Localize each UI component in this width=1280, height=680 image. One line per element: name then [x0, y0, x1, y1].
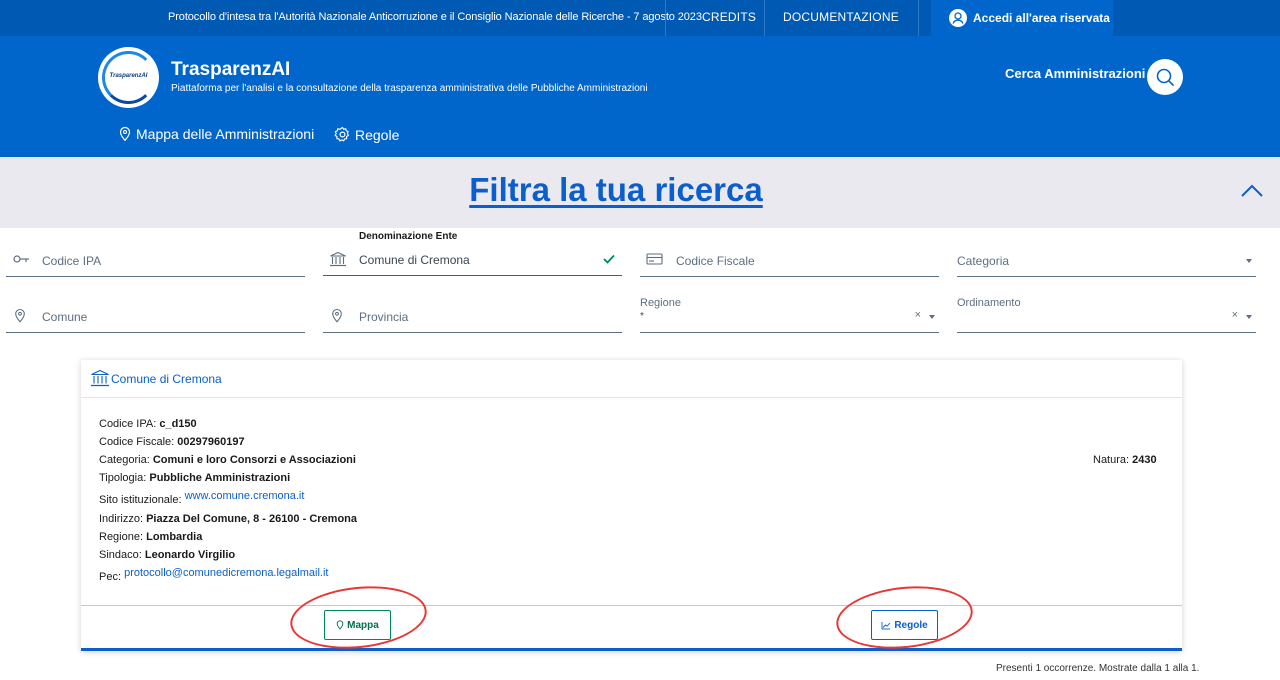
key-icon — [12, 252, 32, 271]
regione-row: Regione: Lombardia — [99, 531, 202, 543]
denominazione-field[interactable]: Comune di Cremona — [323, 242, 622, 276]
website-link[interactable]: www.comune.cremona.it — [185, 490, 305, 502]
comune-placeholder: Comune — [42, 310, 88, 324]
codice-fiscale-placeholder: Codice Fiscale — [676, 254, 755, 268]
documentation-link[interactable]: DOCUMENTAZIONE — [783, 10, 899, 24]
sito-row: Sito istituzionale: www.comune.cremona.i… — [99, 490, 305, 506]
provincia-field[interactable]: Provincia — [323, 299, 622, 333]
pec-row: Pec: protocollo@comunedicremona.legalmai… — [99, 567, 328, 583]
check-icon — [603, 254, 615, 264]
brand-tagline: Piattaforma per l'analisi e la consultaz… — [171, 83, 648, 94]
chevron-down-icon — [1246, 315, 1252, 319]
pec-link[interactable]: protocollo@comunedicremona.legalmail.it — [124, 567, 328, 579]
card-header: Comune di Cremona — [81, 360, 1182, 398]
gear-icon — [334, 126, 350, 142]
codice-fiscale-row: Codice Fiscale: 00297960197 — [99, 436, 245, 448]
codice-ipa-field[interactable]: Codice IPA — [6, 243, 305, 277]
user-icon — [949, 9, 967, 27]
chevron-up-icon — [1241, 184, 1263, 197]
map-pin-icon — [119, 126, 131, 142]
building-icon — [90, 369, 110, 392]
login-label: Accedi all'area riservata — [973, 11, 1110, 25]
natura-row: Natura: 2430 — [1093, 454, 1157, 466]
map-pin-icon — [329, 308, 345, 329]
map-pin-icon — [12, 308, 28, 329]
regione-value: Lombardia — [146, 531, 203, 543]
tipologia-row: Tipologia: Pubbliche Amministrazioni — [99, 472, 290, 484]
sindaco-row: Sindaco: Leonardo Virgilio — [99, 549, 235, 561]
search-label[interactable]: Cerca Amministrazioni — [1005, 66, 1145, 81]
search-button[interactable] — [1147, 59, 1183, 95]
ordinamento-select[interactable]: × — [957, 299, 1256, 333]
row-label: Regione: — [99, 531, 144, 543]
nav-map[interactable]: Mappa delle Amministrazioni — [118, 126, 314, 142]
denominazione-label: Denominazione Ente — [359, 231, 458, 242]
main-header: TrasparenzAI TrasparenzAI Piattaforma pe… — [0, 36, 1280, 157]
credits-link[interactable]: CREDITS — [702, 10, 756, 24]
result-card: Comune di Cremona Codice IPA: c_d150 Cod… — [81, 360, 1182, 651]
chevron-down-icon — [1246, 259, 1252, 263]
tipologia-value: Pubbliche Amministrazioni — [149, 472, 291, 484]
categoria-row: Categoria: Comuni e loro Consorzi e Asso… — [99, 454, 356, 466]
provincia-placeholder: Provincia — [359, 310, 409, 324]
nav-rules-label: Regole — [355, 126, 400, 143]
codice-ipa-value: c_d150 — [159, 418, 197, 430]
filter-band: Filtra la tua ricerca — [0, 157, 1280, 228]
divider — [81, 605, 1182, 606]
protocol-text: Protocollo d'intesa tra l'Autorità Nazio… — [168, 11, 702, 23]
logo-text: TrasparenzAI — [109, 73, 148, 79]
divider — [764, 0, 765, 36]
results-summary: Presenti 1 occorrenze. Mostrate dalla 1 … — [996, 663, 1200, 674]
brand-title[interactable]: TrasparenzAI — [171, 59, 290, 81]
natura-value: 2430 — [1132, 454, 1157, 466]
clear-icon[interactable]: × — [915, 309, 921, 321]
row-label: Categoria: — [99, 454, 150, 466]
chevron-down-icon — [929, 315, 935, 319]
comune-field[interactable]: Comune — [6, 299, 305, 333]
sindaco-value: Leonardo Virgilio — [144, 549, 236, 561]
divider — [665, 0, 666, 36]
building-icon — [329, 251, 347, 272]
search-icon — [1156, 68, 1174, 86]
codice-fiscale-field[interactable]: Codice Fiscale — [640, 243, 939, 277]
collapse-button[interactable] — [1240, 183, 1264, 204]
card-title[interactable]: Comune di Cremona — [111, 372, 222, 386]
nav-rules[interactable]: Regole — [334, 126, 399, 143]
denominazione-value: Comune di Cremona — [359, 253, 470, 267]
clear-icon[interactable]: × — [1232, 309, 1238, 321]
codice-ipa-placeholder: Codice IPA — [42, 254, 102, 268]
row-label: Indirizzo: — [99, 513, 144, 525]
codice-fiscale-value: 00297960197 — [177, 436, 245, 448]
indirizzo-value: Piazza Del Comune, 8 - 26100 - Cremona — [146, 513, 358, 525]
row-label: Natura: — [1093, 454, 1130, 466]
row-label: Pec: — [99, 571, 122, 583]
categoria-value: Comuni e loro Consorzi e Associazioni — [152, 454, 356, 466]
row-label: Codice Fiscale: — [99, 436, 175, 448]
indirizzo-row: Indirizzo: Piazza Del Comune, 8 - 26100 … — [99, 513, 357, 525]
regione-select[interactable]: * × — [640, 299, 939, 333]
row-label: Sito istituzionale: — [99, 494, 182, 506]
top-bar: Protocollo d'intesa tra l'Autorità Nazio… — [0, 0, 1280, 36]
row-label: Codice IPA: — [99, 418, 157, 430]
categoria-select[interactable]: Categoria — [957, 243, 1256, 277]
login-button[interactable]: Accedi all'area riservata — [931, 0, 1113, 36]
logo[interactable]: TrasparenzAI — [98, 47, 159, 108]
divider — [918, 0, 919, 36]
filter-title[interactable]: Filtra la tua ricerca — [0, 171, 1232, 209]
card-icon — [646, 252, 664, 271]
row-label: Tipologia: — [99, 472, 147, 484]
codice-ipa-row: Codice IPA: c_d150 — [99, 418, 197, 430]
categoria-placeholder: Categoria — [957, 254, 1010, 268]
regione-value: * — [640, 311, 644, 322]
nav-map-label: Mappa delle Amministrazioni — [136, 126, 315, 142]
row-label: Sindaco: — [99, 549, 142, 561]
